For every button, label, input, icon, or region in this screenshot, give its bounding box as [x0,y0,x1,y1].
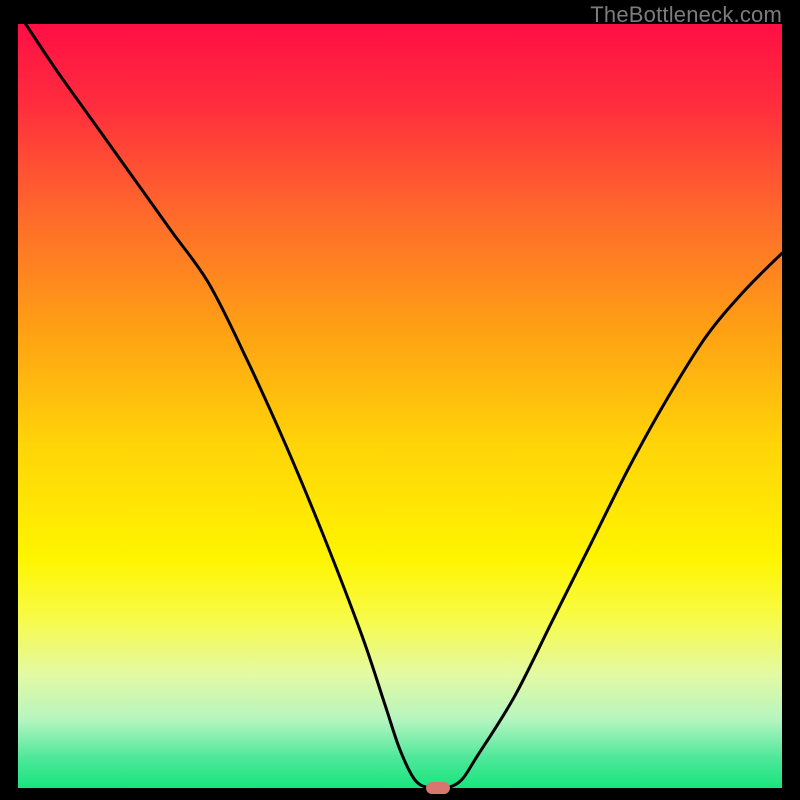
chart-frame [18,24,782,788]
bottleneck-chart [18,24,782,788]
optimal-marker [426,782,450,794]
chart-background [18,24,782,788]
